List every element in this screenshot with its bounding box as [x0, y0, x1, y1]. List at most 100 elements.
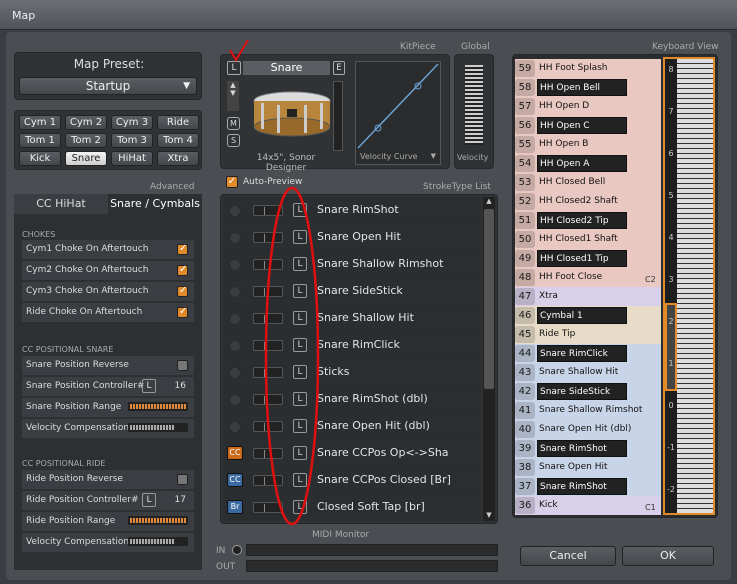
midi-out-monitor — [246, 560, 498, 572]
scroll-thumb[interactable] — [484, 209, 494, 389]
tab-snare-cymbals[interactable]: Snare / Cymbals — [108, 194, 202, 214]
range-fill — [130, 518, 186, 523]
keyboard-row[interactable]: 41 Snare Shallow Rimshot — [515, 401, 661, 420]
velocity-compensation-slider[interactable] — [128, 537, 188, 546]
advanced-label: Advanced — [150, 182, 195, 192]
kitpiece-scroll[interactable] — [333, 81, 343, 151]
key-name: Snare Open Hit (dbl) — [539, 424, 632, 434]
velocity-curve-panel[interactable]: Velocity Curve ▼ — [355, 61, 441, 165]
key-name: HH Foot Splash — [539, 63, 608, 73]
reverse-checkbox[interactable] — [177, 360, 188, 371]
keyboard-scroller[interactable]: 8 7 6 5 4 3 2 1 0 -1 -2 — [663, 57, 715, 515]
chevron-down-icon: ▼ — [183, 81, 190, 91]
kitpiece-button-kick[interactable]: Kick — [19, 151, 61, 166]
choke-checkbox[interactable] — [177, 282, 188, 300]
range-fill — [130, 404, 186, 409]
keyboard-row[interactable]: 52 HH Closed2 Shaft — [515, 192, 661, 211]
key-name: Snare RimShot — [537, 478, 627, 495]
range-slider[interactable] — [128, 402, 188, 411]
kitpiece-button-cym1[interactable]: Cym 1 — [19, 115, 61, 130]
keyboard-row[interactable]: 56 HH Open C — [515, 116, 661, 135]
keyboard-row[interactable]: 46 Cymbal 1 — [515, 306, 661, 325]
midi-in-led — [232, 545, 242, 555]
keyboard-row[interactable]: 58 HH Open Bell — [515, 78, 661, 97]
choke-checkbox[interactable] — [177, 303, 188, 321]
keyboard-row[interactable]: 50 HH Closed1 Shaft — [515, 230, 661, 249]
stroke-name: Snare Shallow Hit — [317, 311, 414, 324]
kitpiece-button-hihat[interactable]: HiHat — [111, 151, 153, 166]
velocity-meter[interactable] — [465, 65, 483, 145]
keyboard-row[interactable]: 40 Snare Open Hit (dbl) — [515, 420, 661, 439]
choke-checkbox[interactable] — [177, 240, 188, 258]
controller-number[interactable]: 17 — [175, 491, 186, 509]
chevron-down-icon[interactable]: ▼ — [483, 511, 495, 519]
position-row: Snare Position Controller# L 16 — [22, 377, 194, 396]
chevron-up-icon[interactable]: ▲ — [483, 197, 495, 205]
kitpiece-button-tom1[interactable]: Tom 1 — [19, 133, 61, 148]
keyboard-row[interactable]: 44 Snare RimClick — [515, 344, 661, 363]
position-row: Ride Position Controller# L 17 — [22, 491, 194, 510]
keyboard-row[interactable]: 36 Kick — [515, 496, 661, 515]
keyboard-row[interactable]: 54 HH Open A — [515, 154, 661, 173]
advanced-panel: CHOKES Cym1 Choke On Aftertouch Cym2 Chok… — [14, 214, 202, 570]
stroke-scrollbar[interactable]: ▲ ▼ — [483, 197, 495, 521]
keyboard-row[interactable]: 49 HH Closed1 Tip — [515, 249, 661, 268]
position-row: Snare Position Range — [22, 398, 194, 417]
key-name: HH Closed2 Shaft — [539, 196, 618, 206]
kitpiece-button-tom4[interactable]: Tom 4 — [157, 133, 199, 148]
controller-number[interactable]: 16 — [175, 377, 186, 395]
map-preset-panel: Map Preset: Startup ▼ — [14, 52, 202, 100]
keyboard-row[interactable]: 42 Snare SideStick — [515, 382, 661, 401]
keyboard-row[interactable]: 45 Ride Tip — [515, 325, 661, 344]
key-name: Snare RimClick — [537, 345, 627, 362]
reverse-checkbox[interactable] — [177, 474, 188, 485]
keyboard-row[interactable]: 47 Xtra — [515, 287, 661, 306]
keyboard-row[interactable]: 55 HH Open B — [515, 135, 661, 154]
kitpiece-button-snare[interactable]: Snare — [65, 151, 107, 166]
key-number: 44 — [515, 345, 535, 362]
position-label: Ride Position Range — [26, 516, 116, 526]
position-label: Ride Position Controller# — [26, 495, 139, 505]
piano-keys[interactable] — [677, 59, 713, 513]
keyboard-row[interactable]: 57 HH Open D — [515, 97, 661, 116]
controller-learn-button[interactable]: L — [142, 493, 156, 507]
keyboard-row[interactable]: 37 Snare RimShot — [515, 477, 661, 496]
kitpiece-button-ride[interactable]: Ride — [157, 115, 199, 130]
controller-learn-button[interactable]: L — [142, 379, 156, 393]
keyboard-row[interactable]: 53 HH Closed Bell — [515, 173, 661, 192]
key-number: 50 — [515, 231, 535, 248]
kitpiece-button-tom3[interactable]: Tom 3 — [111, 133, 153, 148]
range-slider[interactable] — [128, 516, 188, 525]
keyboard-row[interactable]: 38 Snare Open Hit — [515, 458, 661, 477]
key-name: HH Open B — [539, 139, 589, 149]
choke-checkbox[interactable] — [177, 261, 188, 279]
kitpiece-e-button[interactable]: E — [333, 61, 345, 75]
keyboard-row[interactable]: 43 Snare Shallow Hit — [515, 363, 661, 382]
keyboard-row[interactable]: 48 HH Foot Close — [515, 268, 661, 287]
ok-button[interactable]: OK — [622, 546, 714, 566]
keyboard-row[interactable]: 59 HH Foot Splash — [515, 59, 661, 78]
keyboard-row[interactable]: 39Snare RimShot (dbl) — [515, 439, 661, 471]
ride-positional-list: Ride Position Reverse Ride Position Contr… — [22, 470, 194, 554]
position-label: Velocity Compensation — [26, 423, 130, 433]
kitpiece-button-cym2[interactable]: Cym 2 — [65, 115, 107, 130]
kitpiece-button-xtra[interactable]: Xtra — [157, 151, 199, 166]
choke-row: Ride Choke On Aftertouch — [22, 303, 194, 322]
velocity-compensation-slider[interactable] — [128, 423, 188, 432]
choke-label: Ride Choke On Aftertouch — [26, 307, 143, 317]
key-name: HH Closed Bell — [539, 177, 606, 187]
velocity-curve-graph[interactable] — [356, 62, 440, 150]
stroke-name: Snare RimShot (dbl) — [317, 392, 428, 405]
position-label: Ride Position Reverse — [26, 474, 123, 484]
octave-label: 7 — [668, 107, 674, 116]
cancel-button[interactable]: Cancel — [520, 546, 616, 566]
kitpiece-button-tom2[interactable]: Tom 2 — [65, 133, 107, 148]
keyboard-row[interactable]: 51 HH Closed2 Tip — [515, 211, 661, 230]
position-row: Ride Position Range — [22, 512, 194, 531]
c2-marker: C2 — [645, 275, 656, 284]
map-preset-dropdown[interactable]: Startup ▼ — [19, 77, 197, 95]
kitpiece-button-cym3[interactable]: Cym 3 — [111, 115, 153, 130]
snare-positional-title: CC POSITIONAL SNARE — [22, 345, 114, 354]
tab-cc-hihat[interactable]: CC HiHat — [14, 194, 108, 214]
red-annotation — [229, 39, 320, 526]
